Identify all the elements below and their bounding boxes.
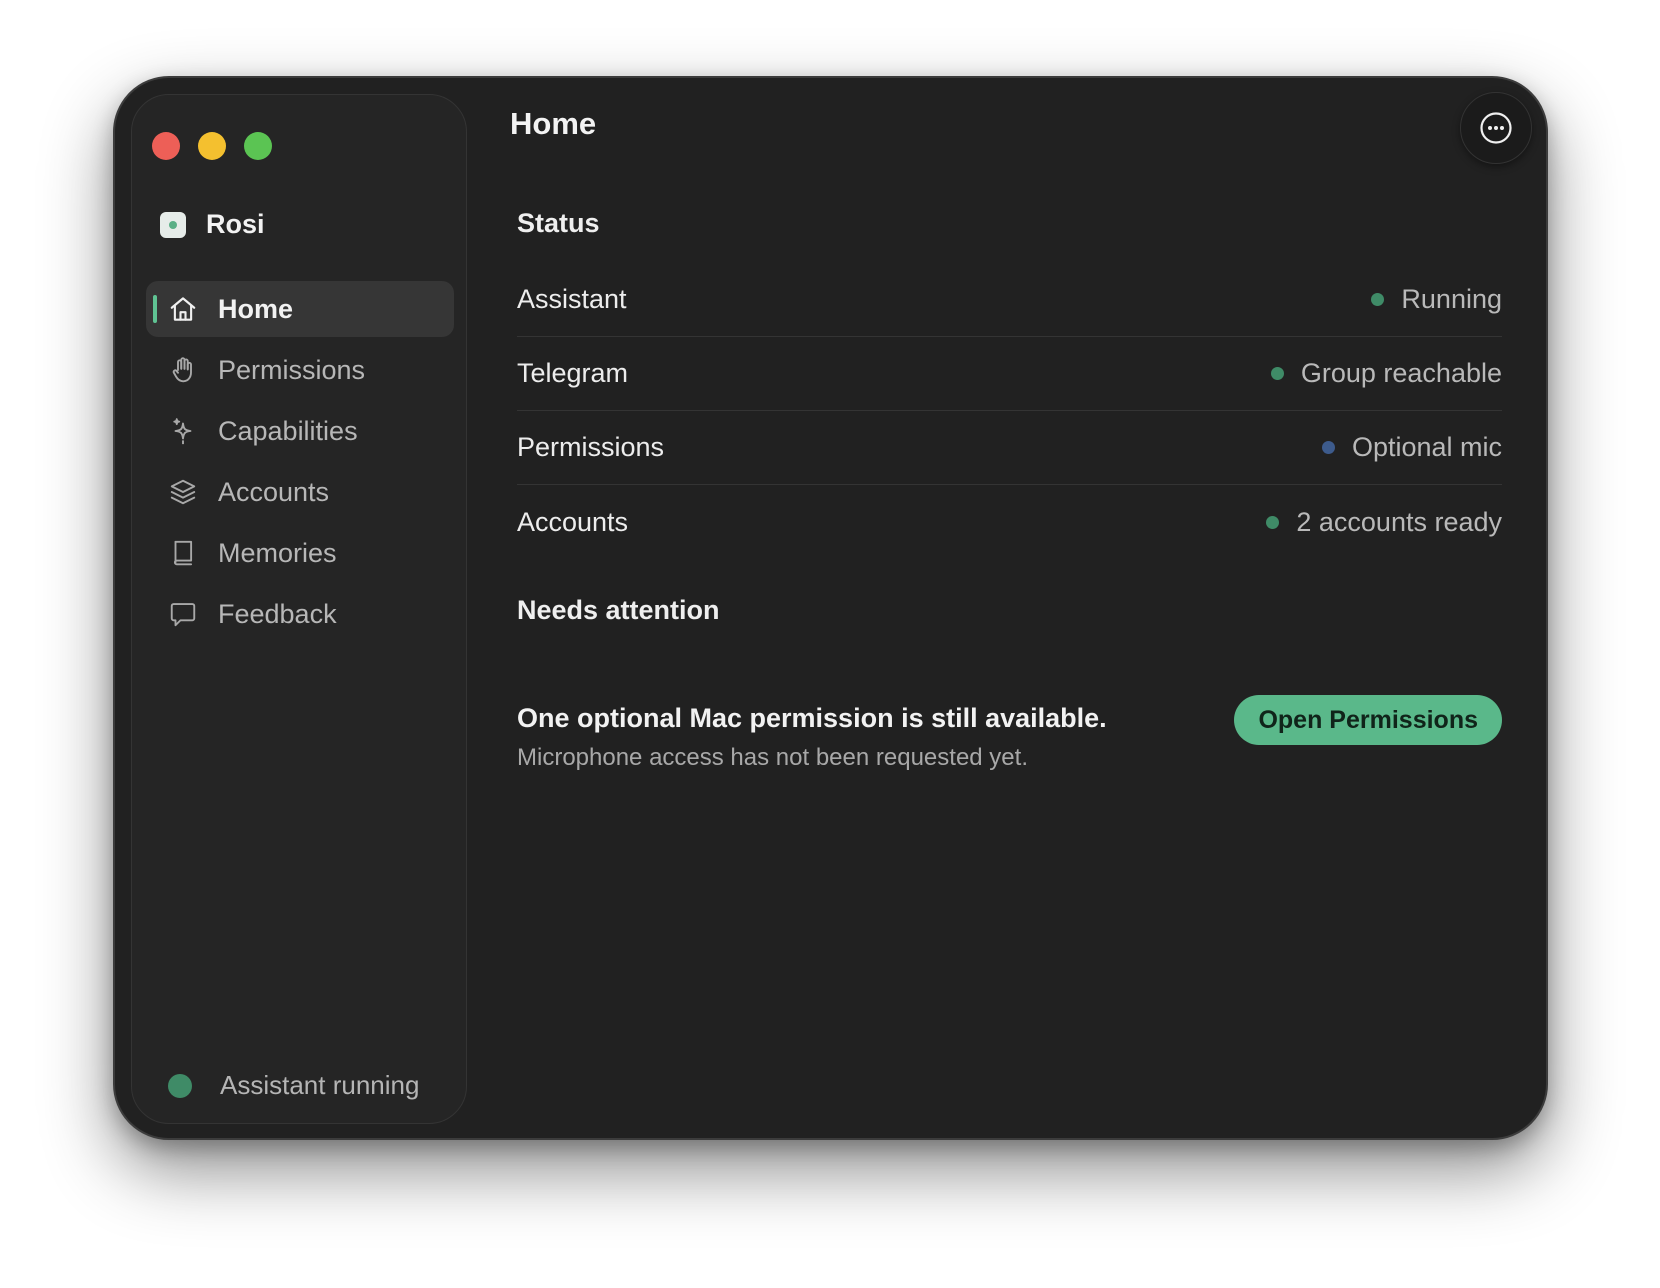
sidebar-item-capabilities[interactable]: Capabilities — [146, 403, 454, 459]
sidebar-item-home[interactable]: Home — [146, 281, 454, 337]
sidebar-item-label: Memories — [218, 537, 337, 568]
hand-icon — [166, 353, 200, 387]
layers-icon — [166, 475, 200, 509]
status-row-label: Permissions — [517, 432, 665, 462]
status-indicator-dot — [1266, 515, 1280, 529]
status-row-label: Accounts — [517, 506, 629, 537]
sidebar-nav: Home Permissions Capabilities Accounts M… — [146, 281, 454, 647]
status-row-assistant: Assistant Running — [517, 263, 1502, 337]
status-row-label: Telegram — [517, 358, 629, 388]
status-heading: Status — [517, 208, 600, 238]
status-row-telegram: Telegram Group reachable — [517, 337, 1502, 411]
zoom-window-button[interactable] — [244, 132, 272, 160]
needs-attention-heading: Needs attention — [517, 595, 720, 625]
sidebar-item-memories[interactable]: Memories — [146, 525, 454, 581]
minimize-window-button[interactable] — [198, 132, 226, 160]
status-value: Running — [1371, 284, 1502, 315]
book-icon — [166, 536, 200, 570]
status-list: Assistant Running Telegram Group reachab… — [517, 263, 1502, 559]
status-value: Optional mic — [1321, 432, 1502, 463]
sidebar-item-label: Feedback — [218, 598, 337, 629]
app-name: Rosi — [206, 209, 265, 239]
app-window: Rosi Home Permissions Capabilities Accou… — [113, 76, 1548, 1140]
page-title: Home — [510, 106, 597, 141]
status-indicator-dot — [1371, 293, 1385, 306]
status-value-text: Group reachable — [1300, 358, 1502, 388]
app-brand: Rosi — [160, 209, 265, 240]
sidebar-item-label: Home — [218, 293, 294, 324]
status-row-label: Assistant — [517, 284, 627, 314]
status-indicator-dot — [1270, 367, 1284, 380]
assistant-status: Assistant running — [168, 1070, 419, 1101]
status-value-text: 2 accounts ready — [1296, 506, 1502, 537]
status-indicator-dot — [1321, 441, 1335, 454]
sidebar-item-label: Capabilities — [218, 415, 358, 446]
house-icon — [166, 292, 200, 326]
status-row-accounts: Accounts 2 accounts ready — [517, 485, 1502, 559]
app-logo-icon — [160, 211, 186, 238]
chat-bubble-icon — [166, 597, 200, 631]
more-options-button[interactable] — [1460, 92, 1532, 164]
sparkle-icon — [166, 414, 200, 448]
status-value: Group reachable — [1270, 358, 1502, 389]
sidebar-item-label: Permissions — [218, 354, 366, 385]
status-value-text: Optional mic — [1351, 432, 1502, 462]
status-row-permissions: Permissions Optional mic — [517, 411, 1502, 485]
status-value: 2 accounts ready — [1266, 507, 1502, 538]
sidebar-item-label: Accounts — [218, 476, 330, 507]
ellipsis-circle-icon — [1479, 111, 1513, 145]
sidebar-item-accounts[interactable]: Accounts — [146, 464, 454, 520]
sidebar-item-permissions[interactable]: Permissions — [146, 342, 454, 398]
sidebar-item-feedback[interactable]: Feedback — [146, 586, 454, 642]
sidebar: Rosi Home Permissions Capabilities Accou… — [131, 94, 467, 1124]
status-indicator-dot — [168, 1073, 192, 1098]
assistant-status-label: Assistant running — [220, 1070, 420, 1100]
attention-card: One optional Mac permission is still ava… — [517, 695, 1502, 772]
status-value-text: Running — [1401, 284, 1502, 314]
open-permissions-button[interactable]: Open Permissions — [1234, 695, 1502, 745]
close-window-button[interactable] — [152, 132, 180, 160]
attention-detail: Microphone access has not been requested… — [517, 744, 1028, 771]
